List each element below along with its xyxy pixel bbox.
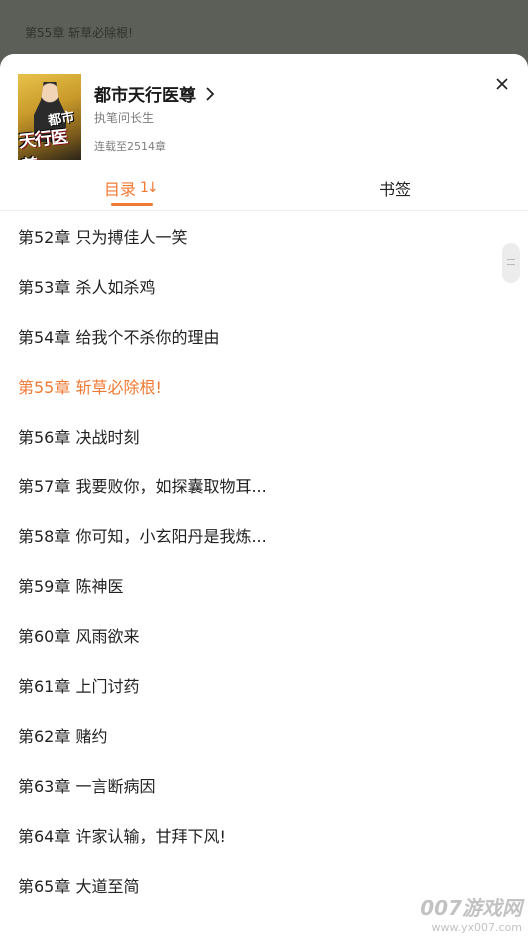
- book-title: 都市天行医尊: [94, 86, 196, 106]
- book-title-link[interactable]: 都市天行医尊: [94, 81, 218, 106]
- chapter-item[interactable]: 第63章 一言断病因: [0, 760, 528, 810]
- chapter-item[interactable]: 第60章 风雨欲来: [0, 610, 528, 660]
- cover-text-main: 天行医尊: [18, 127, 68, 160]
- chapter-item[interactable]: 第53章 杀人如杀鸡: [0, 261, 528, 311]
- chapter-item[interactable]: 第58章 你可知，小玄阳丹是我炼...: [0, 510, 528, 560]
- grip-line-icon: [507, 264, 515, 265]
- tab-table-of-contents[interactable]: 目录 1↓: [104, 176, 159, 200]
- chapter-item[interactable]: 第54章 给我个不杀你的理由: [0, 311, 528, 361]
- tab-bar: 目录 1↓ 书签: [0, 164, 528, 211]
- book-status: 连载至2514章: [94, 140, 166, 153]
- chapter-item[interactable]: 第59章 陈神医: [0, 560, 528, 610]
- chapter-item[interactable]: 第57章 我要败你，如探囊取物耳...: [0, 460, 528, 510]
- fast-scroll-handle[interactable]: [502, 243, 520, 283]
- sort-order-icon[interactable]: 1↓: [140, 180, 159, 196]
- book-author: 执笔问长生: [94, 111, 155, 125]
- watermark: 007游戏网 www.yx007.com: [420, 892, 522, 934]
- chapter-item[interactable]: 第64章 许家认输，甘拜下风!: [0, 810, 528, 860]
- chevron-right-icon: [206, 86, 215, 101]
- watermark-logo: 007游戏网: [420, 896, 522, 920]
- watermark-url: www.yx007.com: [431, 921, 522, 934]
- book-cover[interactable]: 都市 天行医尊: [18, 74, 81, 160]
- close-icon[interactable]: [494, 76, 510, 92]
- chapter-item[interactable]: 第52章 只为搏佳人一笑: [0, 211, 528, 261]
- tab-bookmarks[interactable]: 书签: [379, 176, 411, 200]
- grip-line-icon: [507, 259, 515, 260]
- chapter-item-current[interactable]: 第55章 斩草必除根!: [0, 361, 528, 411]
- chapter-list: 第52章 只为搏佳人一笑 第53章 杀人如杀鸡 第54章 给我个不杀你的理由 第…: [0, 211, 528, 909]
- chapter-item[interactable]: 第62章 赌约: [0, 710, 528, 760]
- book-header: 都市 天行医尊 都市天行医尊 执笔问长生 连载至2514章: [0, 54, 528, 164]
- chapter-item[interactable]: 第56章 决战时刻: [0, 411, 528, 461]
- tab-toc-label: 目录: [104, 180, 137, 199]
- active-tab-indicator: [111, 203, 153, 206]
- table-of-contents-sheet: 都市 天行医尊 都市天行医尊 执笔问长生 连载至2514章 目录 1↓ 书签 第…: [0, 54, 528, 938]
- background-chapter-title: 第55章 斩草必除根!: [25, 26, 133, 40]
- chapter-item[interactable]: 第61章 上门讨药: [0, 660, 528, 710]
